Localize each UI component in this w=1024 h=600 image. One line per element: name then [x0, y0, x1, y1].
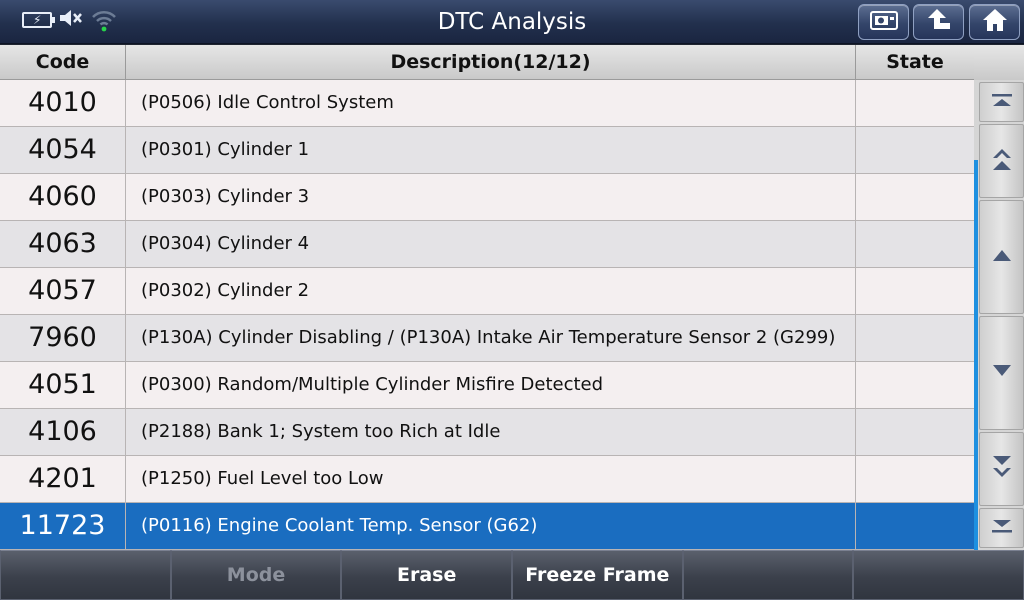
dtc-code: 4051	[0, 362, 126, 408]
erase-button[interactable]: Erase	[341, 550, 513, 600]
dtc-code: 11723	[0, 503, 126, 549]
dtc-code: 4106	[0, 409, 126, 455]
table-row[interactable]: 4060 (P0303) Cylinder 3	[0, 174, 974, 221]
dtc-state	[856, 174, 974, 220]
table-row[interactable]: 4063 (P0304) Cylinder 4	[0, 221, 974, 268]
scroll-bottom-icon	[990, 518, 1014, 538]
back-arrow-icon	[924, 7, 954, 37]
dtc-code: 4010	[0, 80, 126, 126]
screenshot-button[interactable]	[858, 4, 909, 40]
scroll-indicator[interactable]	[974, 160, 978, 550]
dtc-description: (P0300) Random/Multiple Cylinder Misfire…	[126, 362, 856, 408]
dtc-state	[856, 127, 974, 173]
dtc-state	[856, 80, 974, 126]
scroll-top-button[interactable]	[979, 82, 1024, 122]
dtc-code: 4057	[0, 268, 126, 314]
page-up-button[interactable]	[979, 124, 1024, 198]
dtc-state	[856, 268, 974, 314]
table-row[interactable]: 7960 (P130A) Cylinder Disabling / (P130A…	[0, 315, 974, 362]
table-row[interactable]: 4051 (P0300) Random/Multiple Cylinder Mi…	[0, 362, 974, 409]
freeze-frame-button[interactable]: Freeze Frame	[512, 550, 683, 600]
dtc-description: (P2188) Bank 1; System too Rich at Idle	[126, 409, 856, 455]
dtc-code: 7960	[0, 315, 126, 361]
scroll-down-button[interactable]	[979, 316, 1024, 430]
home-button[interactable]	[969, 4, 1020, 40]
dtc-description: (P0304) Cylinder 4	[126, 221, 856, 267]
dtc-description: (P0116) Engine Coolant Temp. Sensor (G62…	[126, 503, 856, 549]
dtc-description: (P0301) Cylinder 1	[126, 127, 856, 173]
dtc-code: 4201	[0, 456, 126, 502]
page-down-button[interactable]	[979, 432, 1024, 506]
scroll-up-icon	[991, 247, 1013, 267]
dtc-description: (P130A) Cylinder Disabling / (P130A) Int…	[126, 315, 856, 361]
column-header-state: State	[886, 51, 944, 73]
home-icon	[981, 7, 1009, 37]
header-corner	[974, 45, 1024, 80]
dtc-description: (P1250) Fuel Level too Low	[126, 456, 856, 502]
bottom-toolbar: Mode Erase Freeze Frame	[0, 550, 1024, 600]
mode-button[interactable]: Mode	[170, 550, 342, 600]
dtc-description: (P0302) Cylinder 2	[126, 268, 856, 314]
back-button[interactable]	[913, 4, 964, 40]
dtc-state	[856, 503, 974, 549]
dtc-state	[856, 315, 974, 361]
empty-button-1[interactable]	[0, 550, 171, 600]
table-row[interactable]: 4106 (P2188) Bank 1; System too Rich at …	[0, 409, 974, 456]
dtc-code: 4054	[0, 127, 126, 173]
scroll-bottom-button[interactable]	[979, 508, 1024, 548]
scroll-top-icon	[990, 92, 1014, 112]
table-row[interactable]: 4057 (P0302) Cylinder 2	[0, 268, 974, 315]
table-header: Code Description(12/12) State	[0, 45, 1024, 80]
dtc-code: 4063	[0, 221, 126, 267]
dtc-code: 4060	[0, 174, 126, 220]
dtc-description: (P0506) Idle Control System	[126, 80, 856, 126]
dtc-list: 4010 (P0506) Idle Control System 4054 (P…	[0, 80, 974, 550]
empty-button-5[interactable]	[682, 550, 854, 600]
dtc-state	[856, 221, 974, 267]
page-up-icon	[991, 146, 1013, 176]
dtc-state	[856, 409, 974, 455]
table-row[interactable]: 4054 (P0301) Cylinder 1	[0, 127, 974, 174]
column-header-description: Description(12/12)	[126, 45, 856, 80]
empty-button-6[interactable]	[853, 550, 1024, 600]
table-row[interactable]: 4010 (P0506) Idle Control System	[0, 80, 974, 127]
column-header-code: Code	[0, 45, 126, 80]
scroll-up-button[interactable]	[979, 200, 1024, 314]
dtc-description: (P0303) Cylinder 3	[126, 174, 856, 220]
page-down-icon	[991, 454, 1013, 484]
scroll-down-icon	[991, 363, 1013, 383]
title-bar: ⚡ DTC Analysis	[0, 0, 1024, 44]
dtc-state	[856, 362, 974, 408]
table-row-selected[interactable]: 11723 (P0116) Engine Coolant Temp. Senso…	[0, 503, 974, 550]
screenshot-icon	[869, 9, 899, 35]
table-row[interactable]: 4201 (P1250) Fuel Level too Low	[0, 456, 974, 503]
dtc-state	[856, 456, 974, 502]
